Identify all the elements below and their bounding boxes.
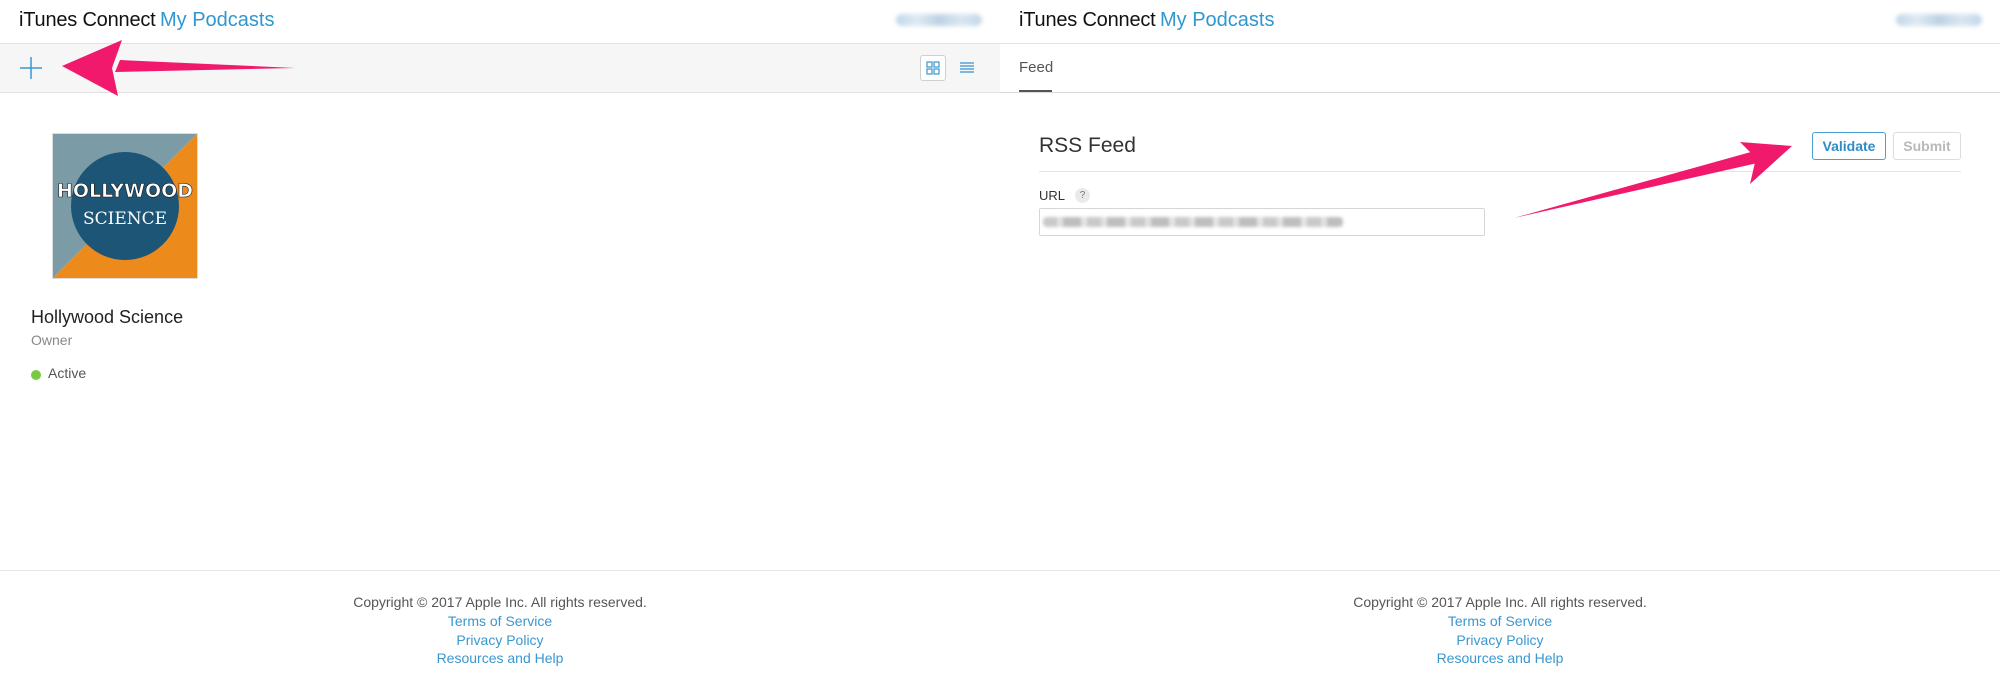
- validate-button[interactable]: Validate: [1812, 132, 1886, 160]
- grid-view-button[interactable]: [920, 55, 946, 81]
- app-brand[interactable]: iTunes Connect: [1019, 9, 1156, 32]
- help-icon[interactable]: ?: [1075, 188, 1090, 203]
- copyright-text: Copyright © 2017 Apple Inc. All rights r…: [1353, 594, 1647, 610]
- artwork-title-line2: SCIENCE: [83, 209, 167, 229]
- top-nav-bar: iTunes Connect My Podcasts: [1000, 0, 2000, 44]
- list-view-icon: [960, 62, 974, 73]
- url-value-redacted: [1043, 217, 1343, 227]
- feed-screen: iTunes Connect My Podcasts Feed RSS Feed…: [1000, 0, 2000, 685]
- resources-help-link[interactable]: Resources and Help: [0, 650, 1000, 666]
- plus-icon: [20, 57, 42, 79]
- podcast-toolbar: [0, 44, 1000, 93]
- podcasts-list-screen: iTunes Connect My Podcasts HOLLYWOOD SCI…: [0, 0, 1000, 685]
- privacy-policy-link[interactable]: Privacy Policy: [0, 632, 1000, 648]
- terms-of-service-link[interactable]: Terms of Service: [1000, 613, 2000, 629]
- submit-button[interactable]: Submit: [1893, 132, 1961, 160]
- add-podcast-button[interactable]: [17, 54, 45, 82]
- podcast-role: Owner: [31, 332, 73, 348]
- my-podcasts-link[interactable]: My Podcasts: [1160, 9, 1274, 32]
- status-label: Active: [48, 365, 87, 381]
- artwork-title-line1: HOLLYWOOD: [57, 180, 193, 202]
- terms-of-service-link[interactable]: Terms of Service: [0, 613, 1000, 629]
- page-footer: Copyright © 2017 Apple Inc. All rights r…: [0, 570, 1000, 685]
- page-footer: Copyright © 2017 Apple Inc. All rights r…: [1000, 570, 2000, 685]
- rss-feed-heading: RSS Feed: [1039, 134, 1136, 157]
- privacy-policy-link[interactable]: Privacy Policy: [1000, 632, 2000, 648]
- section-divider: [1039, 171, 1961, 172]
- copyright-text: Copyright © 2017 Apple Inc. All rights r…: [353, 594, 647, 610]
- tab-feed[interactable]: Feed: [1019, 59, 1053, 76]
- tab-bar: Feed: [1000, 44, 2000, 93]
- user-menu-redacted[interactable]: [1896, 14, 1982, 26]
- artwork-image: HOLLYWOOD SCIENCE: [53, 134, 197, 278]
- resources-help-link[interactable]: Resources and Help: [1000, 650, 2000, 666]
- top-nav-bar: iTunes Connect My Podcasts: [0, 0, 1000, 44]
- podcast-artwork[interactable]: HOLLYWOOD SCIENCE: [52, 133, 198, 279]
- url-field-label: URL: [1039, 188, 1066, 203]
- status-indicator-icon: [31, 370, 41, 380]
- my-podcasts-link[interactable]: My Podcasts: [160, 9, 274, 32]
- active-tab-indicator: [1019, 90, 1052, 92]
- grid-view-icon: [926, 61, 940, 75]
- user-menu-redacted[interactable]: [896, 14, 982, 26]
- podcast-title[interactable]: Hollywood Science: [31, 307, 183, 328]
- list-view-button[interactable]: [954, 55, 980, 81]
- app-brand[interactable]: iTunes Connect: [19, 9, 156, 32]
